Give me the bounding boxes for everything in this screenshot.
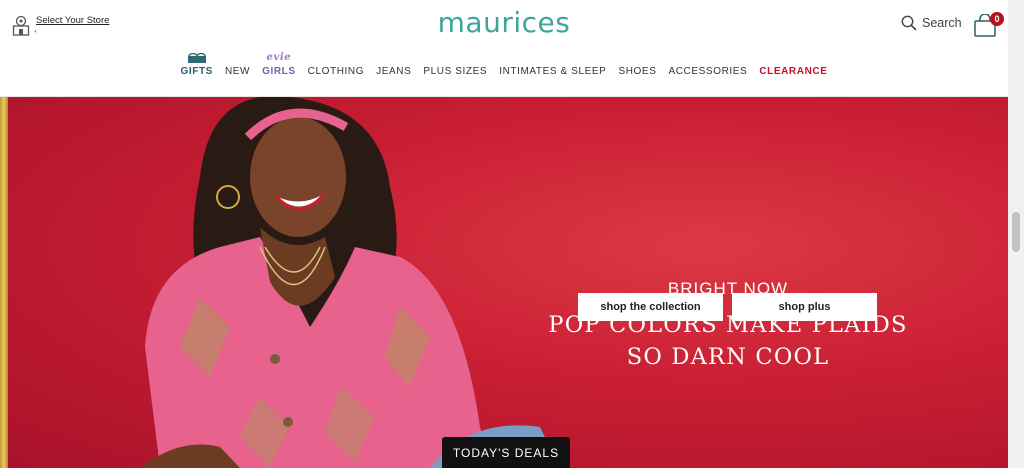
model-photo [140, 97, 560, 468]
site-header: Select Your Store • maurices Search 0 GI… [0, 0, 1008, 97]
brand-logo[interactable]: maurices [0, 6, 1008, 39]
nav-item-new[interactable]: NEW [219, 66, 256, 77]
nav-label: GIRLS [262, 66, 296, 77]
cart-button[interactable]: 0 [973, 12, 1004, 38]
search-label: Search [922, 16, 962, 30]
cart-count-badge: 0 [990, 12, 1004, 26]
search-button[interactable]: Search [901, 15, 962, 31]
gold-edge-decoration [0, 97, 8, 468]
nav-item-clothing[interactable]: CLOTHING [302, 66, 370, 77]
todays-deals-button[interactable]: TODAY'S DEALS [442, 437, 570, 468]
gift-icon [187, 53, 206, 63]
shop-collection-button[interactable]: shop the collection [578, 293, 723, 321]
shop-plus-button[interactable]: shop plus [732, 293, 877, 321]
nav-item-accessories[interactable]: ACCESSORIES [662, 66, 753, 77]
nav-item-girls[interactable]: evie GIRLS [256, 52, 302, 77]
page-scrollbar[interactable] [1008, 0, 1024, 468]
search-icon [901, 15, 917, 31]
nav-item-intimates-sleep[interactable]: INTIMATES & SLEEP [493, 66, 612, 77]
nav-item-plus-sizes[interactable]: PLUS SIZES [417, 66, 493, 77]
nav-item-jeans[interactable]: JEANS [370, 66, 417, 77]
main-nav: GIFTS NEW evie GIRLS CLOTHING JEANS PLUS… [0, 52, 1008, 77]
nav-item-shoes[interactable]: SHOES [612, 66, 662, 77]
hero-banner[interactable]: BRIGHT NOW POP COLORS MAKE PLAIDS SO DAR… [0, 97, 1008, 468]
nav-item-clearance[interactable]: CLEARANCE [753, 66, 833, 77]
nav-label: GIFTS [180, 66, 213, 77]
hero-headline-line2: SO DARN COOL [626, 344, 830, 370]
evie-brand-logo: evie [266, 52, 292, 63]
hero-buttons: shop the collection shop plus [578, 293, 877, 321]
scrollbar-thumb[interactable] [1012, 212, 1020, 252]
nav-item-gifts[interactable]: GIFTS [175, 53, 219, 77]
